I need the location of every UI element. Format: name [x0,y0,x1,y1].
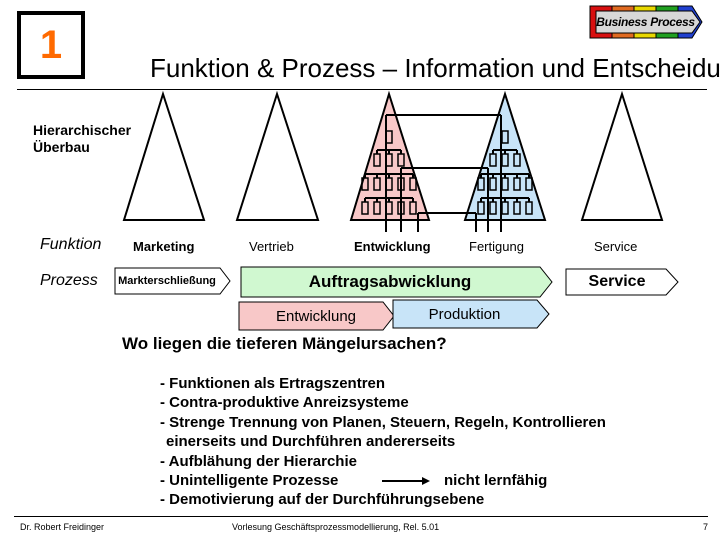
pyramid-vertrieb [235,90,320,221]
question-heading: Wo liegen die tieferen Mängelursachen? [122,334,447,353]
cause-item: - Contra-produktive Anreizsysteme [160,394,409,412]
right-arrow-icon [382,477,430,486]
process-auftragsabwicklung: Auftragsabwicklung [240,266,554,298]
process-service: Service [565,268,681,296]
row-label-function: Funktion [40,236,102,253]
cause-item: - Demotivierung auf der Durchführungsebe… [160,491,485,509]
process-auftragsabwicklung-label: Auftragsabwicklung [308,272,472,291]
process-produktion-label: Produktion [428,305,501,323]
causes-list: - Funktionen als Ertragszentren - Contra… [160,374,606,510]
cause-item: - Unintelligente Prozesse nicht lernfähi… [160,471,606,490]
footer-page-number: 7 [703,522,709,532]
cause-item: - Funktionen als Ertragszentren [160,375,386,392]
cause-item-text: - Unintelligente Prozesse [160,472,339,490]
footer-author: Dr. Robert Freidinger [20,522,105,532]
pyramid-service [580,90,664,221]
hierarchy-diagram [122,90,664,232]
process-markterschliessung: Markterschließung [114,267,232,295]
process-service-label: Service [588,273,646,290]
cause-item: - Aufblähung der Hierarchie [160,452,357,470]
function-service: Service [594,239,638,254]
process-markterschliessung-label: Markterschließung [118,275,216,287]
cause-item: einerseits und Durchführen andererseits [166,433,456,451]
function-entwicklung: Entwicklung [354,239,431,254]
cause-result: nicht lernfähig [444,472,548,490]
pyramid-marketing [122,90,206,221]
row-label-process: Prozess [40,272,98,289]
function-fertigung: Fertigung [469,239,524,254]
process-entwicklung-label: Entwicklung [275,307,357,325]
process-produktion: Produktion [392,299,552,329]
function-marketing: Marketing [133,239,195,254]
footer-course: Vorlesung Geschäftsprozessmodellierung, … [232,522,440,532]
footer-divider [14,516,708,517]
process-entwicklung: Entwicklung [238,301,396,331]
cause-item: - Strenge Trennung von Planen, Steuern, … [160,413,606,431]
function-vertrieb: Vertrieb [249,239,294,254]
